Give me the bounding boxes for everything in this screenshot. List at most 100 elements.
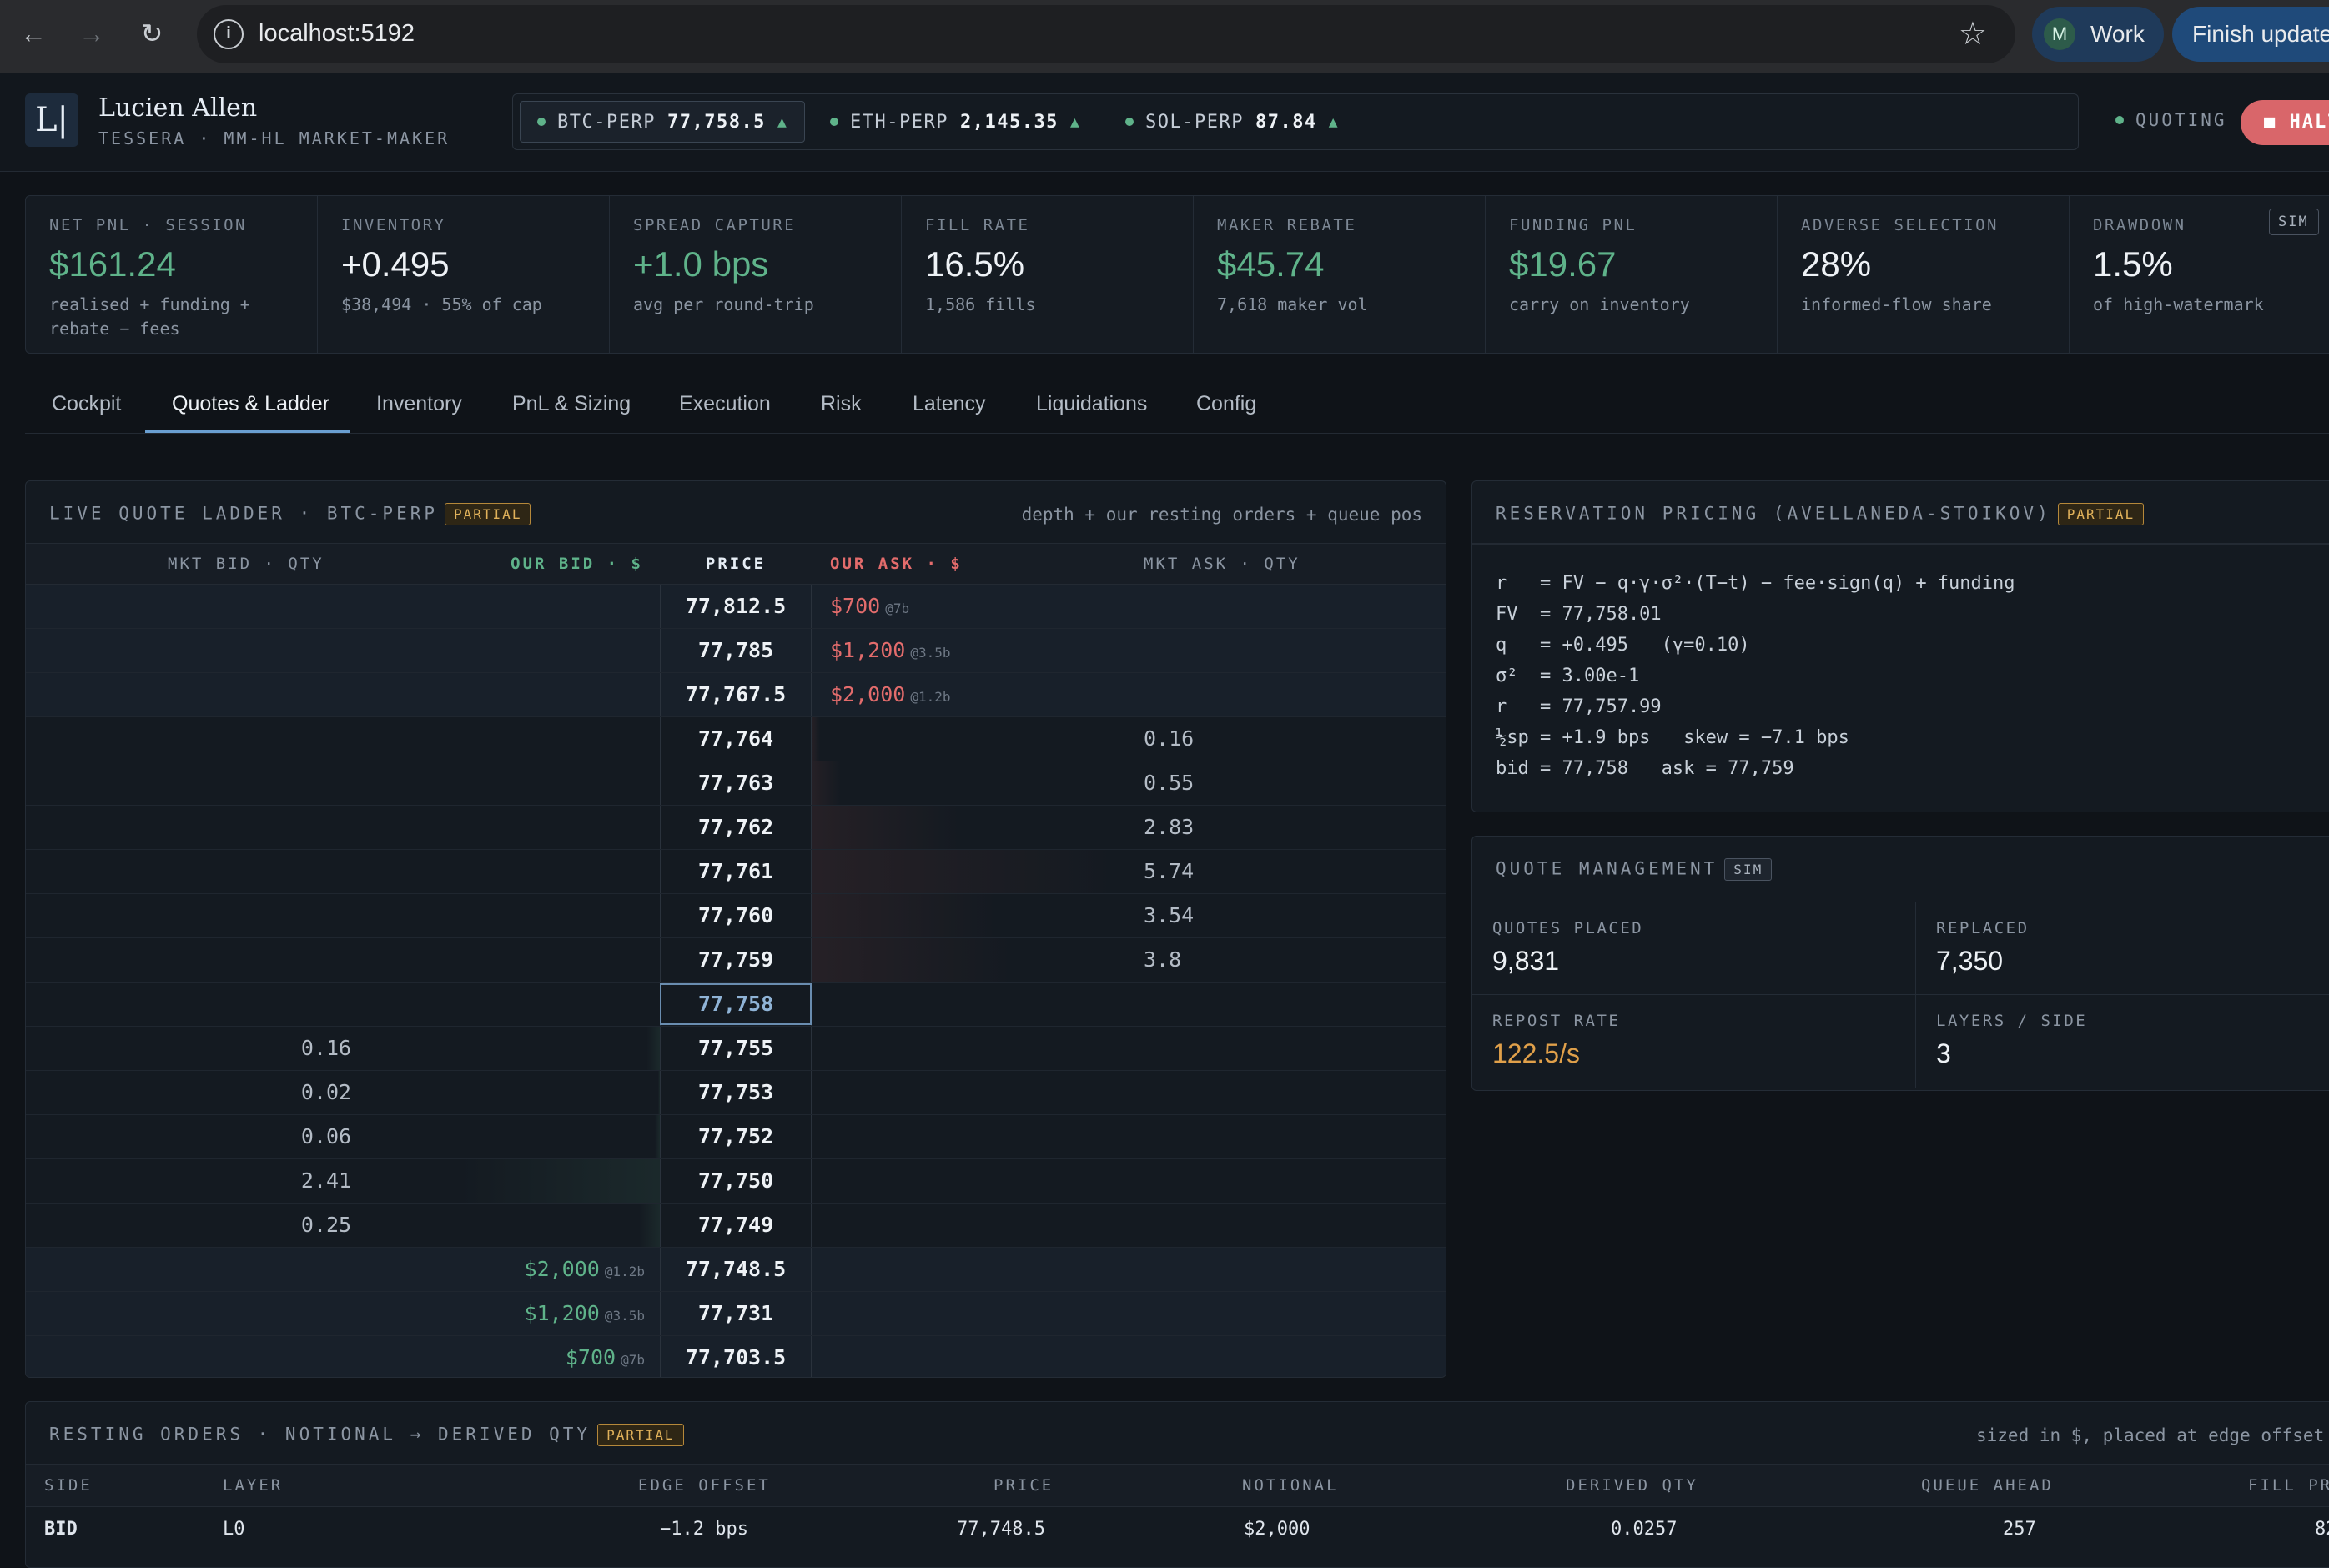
cell-derived-qty: 0.0257 xyxy=(1611,1519,1677,1540)
col-queue-ahead: QUEUE AHEAD xyxy=(1921,1476,2054,1495)
price-level[interactable]: 77,785 xyxy=(660,629,812,672)
ticker-eth[interactable]: ETH-PERP 2,145.35 ▲ xyxy=(830,101,1097,143)
profile-button[interactable]: M Work xyxy=(2032,7,2164,62)
ladder-row[interactable]: 0.1677,755 xyxy=(26,1027,1446,1071)
ladder-row[interactable]: $1,200@3.5b 77,731 xyxy=(26,1292,1446,1336)
resting-note: sized in $, placed at edge offset xyxy=(1976,1425,2324,1445)
price-level[interactable]: 77,753 xyxy=(660,1071,812,1114)
tab-execution[interactable]: Execution xyxy=(679,392,771,416)
quoting-status: QUOTING xyxy=(2115,110,2227,130)
kpi-sub: $38,494 · 55% of cap xyxy=(341,293,600,317)
tab-cockpit[interactable]: Cockpit xyxy=(52,392,121,416)
panel-title: RESTING ORDERS · NOTIONAL → DERIVED QTYP… xyxy=(49,1424,684,1446)
stat-layers-per-side: LAYERS / SIDE 3 xyxy=(1916,995,2329,1088)
back-icon[interactable]: ← xyxy=(13,13,53,53)
kpi-spread-capture: SPREAD CAPTURE +1.0 bps avg per round-tr… xyxy=(610,196,902,353)
tab-pnl-sizing[interactable]: PnL & Sizing xyxy=(512,392,631,416)
up-arrow-icon: ▲ xyxy=(1329,113,1339,131)
col-mkt-bid: MKT BID · QTY xyxy=(168,555,324,573)
tab-liquidations[interactable]: Liquidations xyxy=(1036,392,1147,416)
ladder-row[interactable]: 2.4177,750 xyxy=(26,1159,1446,1204)
halt-label: HALT xyxy=(2290,112,2329,133)
ladder-row[interactable]: $700@7b 77,703.5 xyxy=(26,1336,1446,1378)
our-ask-order[interactable]: $700@7b xyxy=(830,585,909,631)
app-logo: L| xyxy=(25,93,78,147)
price-level[interactable]: 77,760 xyxy=(660,894,812,937)
status-dot xyxy=(2115,116,2124,124)
ladder-header: MKT BID · QTY OUR BID · $ PRICE OUR ASK … xyxy=(26,543,1446,585)
price-level[interactable]: 77,750 xyxy=(660,1159,812,1203)
forward-icon[interactable]: → xyxy=(72,13,112,53)
price-level[interactable]: 77,748.5 xyxy=(660,1248,812,1291)
address-bar[interactable]: i localhost:5192 ☆ xyxy=(197,5,2015,63)
quote-management-panel: QUOTE MANAGEMENTSIM QUOTES PLACED 9,831 … xyxy=(1471,836,2329,1091)
ladder-row[interactable]: 77,812.5 $700@7b xyxy=(26,585,1446,629)
col-mkt-ask: MKT ASK · QTY xyxy=(1144,555,1300,573)
ask-depth-bar xyxy=(812,850,1115,893)
stat-label: QUOTES PLACED xyxy=(1492,919,1915,937)
mkt-bid-qty: 0.02 xyxy=(276,1071,376,1114)
kpi-label: MAKER REBATE xyxy=(1217,216,1485,234)
price-level[interactable]: 77,812.5 xyxy=(660,585,812,628)
col-edge-offset: EDGE OFFSET xyxy=(638,1476,771,1495)
ladder-row[interactable]: $2,000@1.2b 77,748.5 xyxy=(26,1248,1446,1292)
bookmark-star-icon[interactable]: ☆ xyxy=(1959,15,1987,53)
kpi-value: $161.24 xyxy=(49,244,317,284)
price-level[interactable]: 77,759 xyxy=(660,938,812,982)
our-bid-order[interactable]: $2,000@1.2b xyxy=(525,1248,645,1294)
our-ask-order[interactable]: $1,200@3.5b xyxy=(830,629,950,675)
stat-value: 3 xyxy=(1936,1038,2329,1069)
table-row[interactable]: BID L0 −1.2 bps 77,748.5 $2,000 0.0257 2… xyxy=(26,1507,2329,1552)
price-level[interactable]: 77,761 xyxy=(660,850,812,893)
ladder-row[interactable]: 77,7630.55 xyxy=(26,761,1446,806)
ladder-row[interactable]: 77,7622.83 xyxy=(26,806,1446,850)
our-bid-order[interactable]: $700@7b xyxy=(566,1336,645,1378)
stat-value: 7,350 xyxy=(1936,946,2329,977)
col-derived-qty: DERIVED QTY xyxy=(1566,1476,1698,1495)
price-level[interactable]: 77,703.5 xyxy=(660,1336,812,1378)
ticker-strip: BTC-PERP 77,758.5 ▲ ETH-PERP 2,145.35 ▲ … xyxy=(512,93,2079,150)
mkt-ask-qty: 3.8 xyxy=(1144,938,1181,982)
ticker-sol[interactable]: SOL-PERP 87.84 ▲ xyxy=(1125,101,1376,143)
ticker-price: 87.84 xyxy=(1255,112,1317,133)
reload-icon[interactable]: ↻ xyxy=(132,13,172,53)
our-bid-order[interactable]: $1,200@3.5b xyxy=(525,1292,645,1338)
ladder-row[interactable]: 0.02 77,753 xyxy=(26,1071,1446,1115)
price-level[interactable]: 77,749 xyxy=(660,1204,812,1247)
kpi-sub: informed-flow share xyxy=(1801,293,2060,317)
price-level[interactable]: 77,764 xyxy=(660,717,812,761)
profile-avatar: M xyxy=(2044,18,2075,50)
kpi-value: 28% xyxy=(1801,244,2069,284)
our-bid-notional: $2,000 xyxy=(525,1257,600,1281)
price-level[interactable]: 77,731 xyxy=(660,1292,812,1335)
panel-title: LIVE QUOTE LADDER · BTC-PERPPARTIAL xyxy=(49,503,531,525)
ladder-row[interactable]: 77,7615.74 xyxy=(26,850,1446,894)
price-level[interactable]: 77,752 xyxy=(660,1115,812,1158)
ladder-row[interactable]: 77,764 0.16 xyxy=(26,717,1446,761)
price-level[interactable]: 77,762 xyxy=(660,806,812,849)
ticker-btc[interactable]: BTC-PERP 77,758.5 ▲ xyxy=(520,101,805,143)
ladder-row[interactable]: 0.2577,749 xyxy=(26,1204,1446,1248)
our-ask-order[interactable]: $2,000@1.2b xyxy=(830,673,950,719)
profile-label: Work xyxy=(2090,21,2145,48)
halt-button[interactable]: ■ HALT xyxy=(2241,100,2329,145)
finish-update-button[interactable]: Finish update xyxy=(2172,7,2329,62)
mkt-ask-qty: 0.16 xyxy=(1144,717,1194,761)
tab-quotes-ladder[interactable]: Quotes & Ladder xyxy=(172,392,329,416)
ladder-row[interactable]: 77,760 3.54 xyxy=(26,894,1446,938)
tab-risk[interactable]: Risk xyxy=(821,392,862,416)
tab-inventory[interactable]: Inventory xyxy=(376,392,462,416)
ladder-row[interactable]: 0.0677,752 xyxy=(26,1115,1446,1159)
price-level[interactable]: 77,755 xyxy=(660,1027,812,1070)
ladder-row[interactable]: 77,759 3.8 xyxy=(26,938,1446,983)
site-info-icon[interactable]: i xyxy=(214,19,244,49)
col-side: SIDE xyxy=(44,1476,93,1495)
tab-latency[interactable]: Latency xyxy=(913,392,986,416)
ladder-row[interactable]: 77,767.5 $2,000@1.2b xyxy=(26,673,1446,717)
price-level[interactable]: 77,767.5 xyxy=(660,673,812,716)
ladder-row[interactable]: 77,785 $1,200@3.5b xyxy=(26,629,1446,673)
mkt-ask-qty: 3.54 xyxy=(1144,894,1194,937)
price-level[interactable]: 77,763 xyxy=(660,761,812,805)
tab-config[interactable]: Config xyxy=(1196,392,1256,416)
formula-line: ½sp = +1.9 bps skew = −7.1 bps xyxy=(1496,727,1849,748)
